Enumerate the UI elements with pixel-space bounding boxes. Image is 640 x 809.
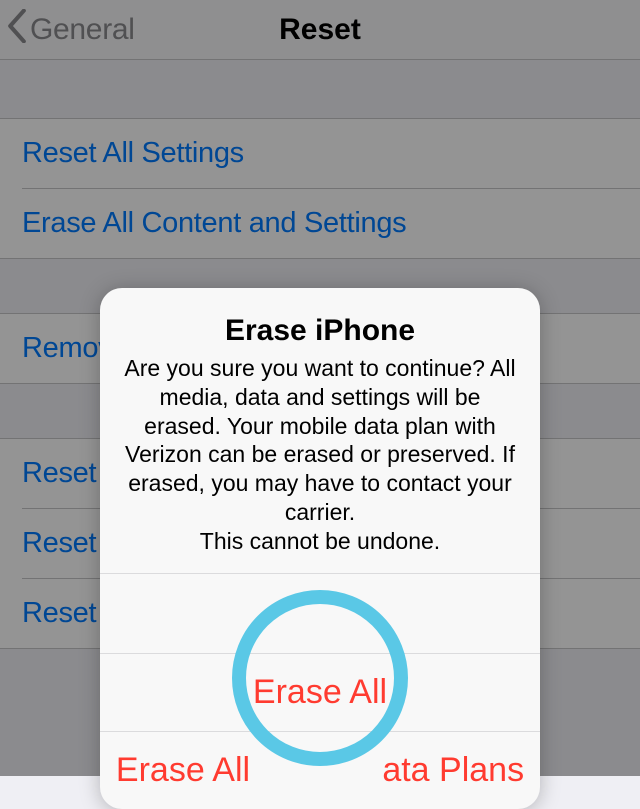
alert-body: Erase iPhone Are you sure you want to co… (100, 288, 540, 573)
alert-message: Are you sure you want to continue? All m… (122, 354, 518, 555)
erase-all-data-plans-button[interactable]: Erase All ata Plans (100, 731, 540, 809)
alert-dialog: Erase iPhone Are you sure you want to co… (100, 288, 540, 809)
alert-gap (100, 573, 540, 653)
alert-title: Erase iPhone (122, 314, 518, 348)
erase-all-data-plans-label: Erase All ata Plans (116, 751, 524, 790)
erase-all-button[interactable]: Erase All (100, 653, 540, 731)
